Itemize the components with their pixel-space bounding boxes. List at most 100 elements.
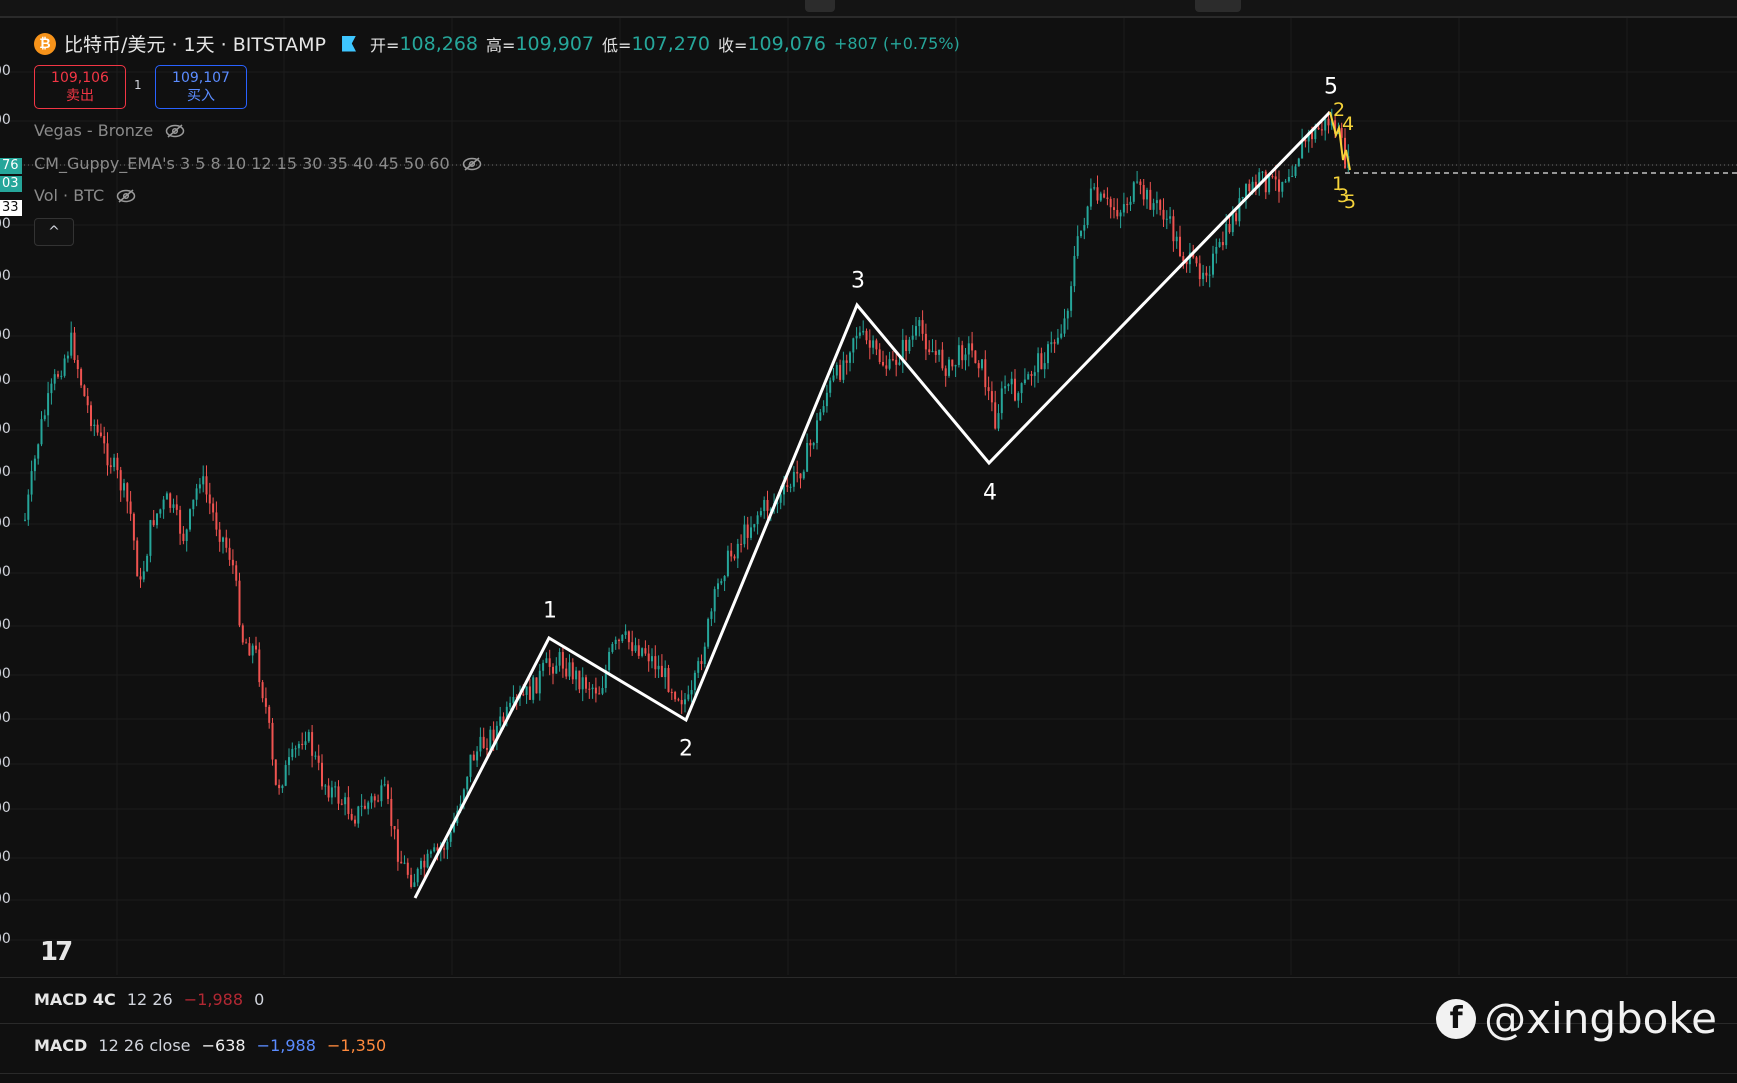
candle-body — [222, 537, 224, 542]
eye-hidden-icon[interactable] — [116, 188, 136, 203]
candle-body — [1086, 206, 1089, 226]
candle-body — [717, 583, 719, 590]
candle-body — [324, 785, 327, 787]
candle-body — [961, 345, 964, 361]
candle-body — [868, 340, 871, 348]
indicator-vol[interactable]: Vol · BTC — [34, 186, 136, 205]
open-value: 108,268 — [399, 32, 479, 55]
tradingview-logo[interactable]: 17 — [40, 937, 73, 967]
candle-body — [581, 677, 584, 690]
candle-body — [1238, 198, 1241, 222]
candle-body — [1162, 209, 1165, 220]
candle-body — [1149, 189, 1152, 210]
macd-signal-value: −1,350 — [326, 1036, 387, 1055]
wave-label-1: 1 — [543, 598, 557, 624]
candle-body — [977, 363, 980, 369]
candle-body — [400, 861, 403, 864]
candle-body — [908, 339, 911, 352]
candle-body — [575, 670, 578, 680]
candle-body — [1080, 230, 1082, 237]
candle-body — [786, 485, 789, 487]
candle-body — [875, 340, 878, 350]
candle-body — [30, 471, 33, 495]
candle-body — [825, 392, 828, 407]
candle-body — [934, 351, 937, 355]
candle-body — [981, 359, 983, 369]
candle-body — [363, 805, 366, 809]
candle-body — [489, 729, 492, 750]
candle-body — [1099, 193, 1102, 201]
candle-body — [291, 748, 294, 758]
candle-body — [182, 533, 185, 542]
candle-body — [1066, 310, 1069, 319]
candle-body — [472, 754, 475, 761]
macd-4c-legend[interactable]: MACD 4C 12 26 −1,988 0 — [34, 990, 264, 1009]
symbol-legend: ₿ 比特币/美元 · 1天 · BITSTAMP 开= 108,268 高= 1… — [34, 30, 960, 57]
candle-body — [578, 670, 581, 690]
candle-body — [687, 694, 690, 700]
candle-body — [57, 374, 59, 377]
candle-body — [667, 668, 670, 692]
indicator-guppy[interactable]: CM_Guppy_EMA's 3 5 8 10 12 15 30 35 40 4… — [34, 154, 482, 173]
candle-body — [938, 349, 941, 355]
candle-body — [142, 571, 145, 580]
indicator-vegas[interactable]: Vegas - Bronze — [34, 121, 185, 140]
candle-body — [446, 841, 449, 850]
candle-body — [634, 645, 637, 652]
eye-hidden-icon[interactable] — [165, 123, 185, 138]
candle-body — [1202, 272, 1205, 280]
candle-body — [416, 868, 419, 883]
candle-body — [829, 380, 832, 393]
candle-body — [258, 649, 261, 683]
candle-body — [647, 653, 650, 662]
candle-body — [618, 639, 620, 642]
candle-body — [1248, 183, 1251, 192]
wave-label-3: 3 — [851, 268, 865, 294]
candle-body — [1000, 388, 1003, 414]
candle-body — [198, 484, 201, 489]
candle-body — [888, 359, 891, 369]
pane-separator[interactable] — [0, 1073, 1737, 1074]
candle-body — [271, 722, 274, 760]
candle-body — [1014, 378, 1016, 401]
candle-body — [832, 375, 835, 381]
symbol-title[interactable]: 比特币/美元 · 1天 · BITSTAMP — [64, 30, 326, 57]
candle-body — [208, 494, 211, 504]
sell-button[interactable]: 109,106 卖出 — [34, 65, 126, 109]
candle-body — [670, 691, 673, 693]
candle-body — [281, 785, 284, 789]
candle-body — [479, 736, 482, 752]
candle-body — [53, 374, 56, 384]
candle-body — [660, 665, 663, 678]
candle-body — [1241, 196, 1244, 199]
candle-body — [885, 365, 888, 369]
candle-body — [1218, 242, 1221, 247]
macd-4c-zero: 0 — [254, 990, 265, 1009]
candle-body — [1287, 177, 1290, 182]
candle-body — [1291, 175, 1294, 178]
candle-body — [73, 332, 76, 360]
candle-body — [693, 672, 696, 691]
candle-body — [1245, 183, 1247, 197]
macd-4c-value: −1,988 — [183, 990, 243, 1009]
candle-body — [228, 547, 231, 560]
candle-body — [149, 520, 152, 556]
candle-body — [66, 355, 69, 359]
candle-body — [205, 476, 208, 495]
collapse-legend-button[interactable]: ^ — [34, 218, 74, 246]
candle-body — [433, 847, 436, 852]
flag-icon[interactable] — [342, 35, 357, 52]
candle-body — [321, 762, 323, 787]
price-axis-tick: 00 — [0, 891, 11, 907]
candle-body — [169, 493, 172, 508]
eye-hidden-icon[interactable] — [462, 156, 482, 171]
price-axis-tick: 00 — [0, 372, 11, 388]
candle-body — [726, 550, 729, 577]
sell-price: 109,106 — [51, 70, 109, 86]
watermark-text: @xingboke — [1484, 994, 1717, 1043]
pane-separator[interactable] — [0, 977, 1737, 978]
candle-body — [245, 642, 248, 644]
candle-body — [852, 338, 855, 353]
buy-button[interactable]: 109,107 买入 — [155, 65, 247, 109]
macd-legend[interactable]: MACD 12 26 close −638 −1,988 −1,350 — [34, 1036, 386, 1055]
